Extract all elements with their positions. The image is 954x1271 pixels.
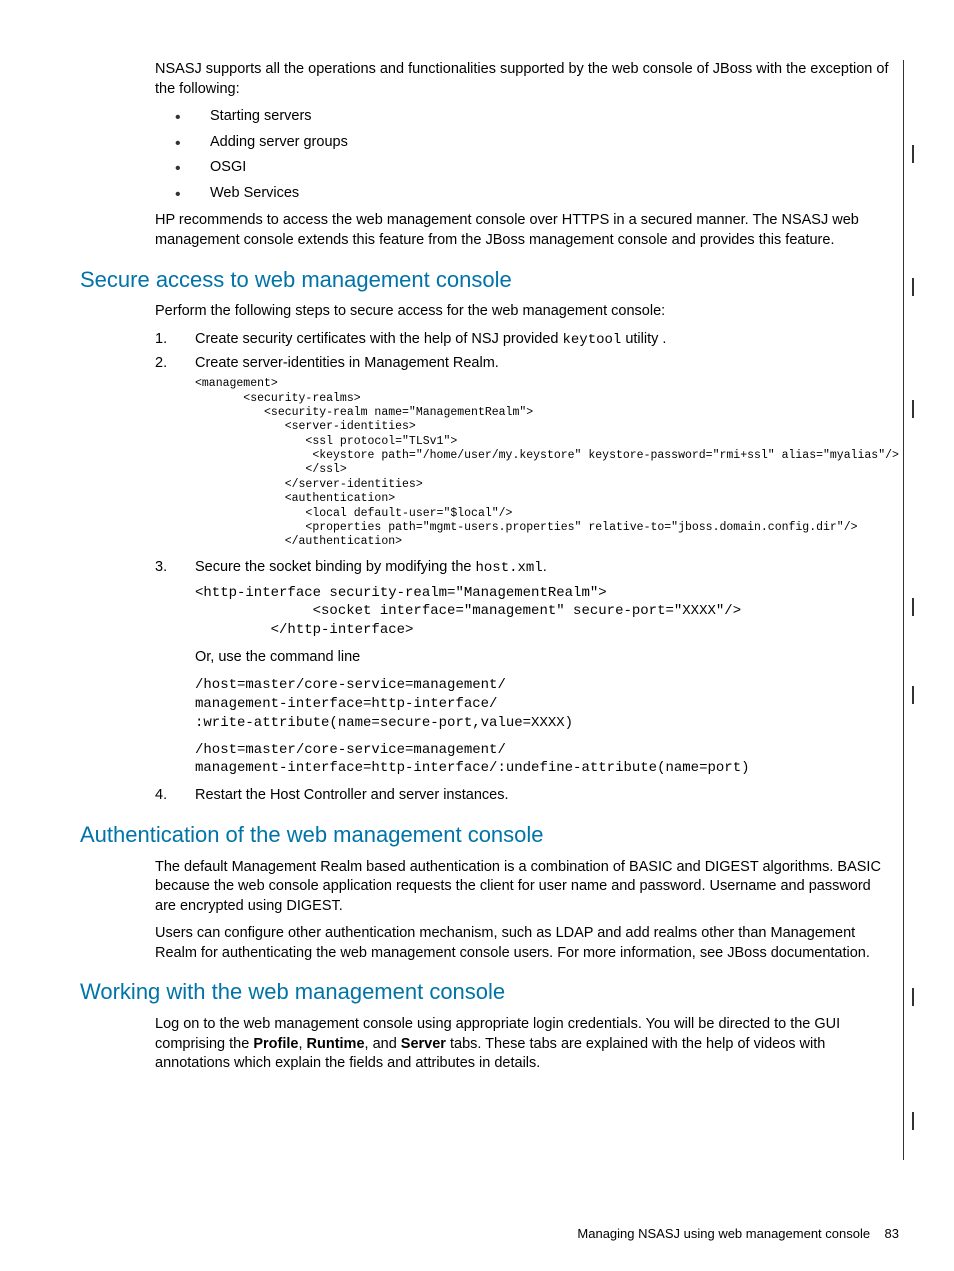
server-bold: Server — [401, 1036, 446, 1052]
secure-steps: Create security certificates with the he… — [155, 330, 895, 806]
footer-page: 83 — [885, 1226, 899, 1241]
secure-heading: Secure access to web management console — [80, 265, 895, 295]
step-1: Create security certificates with the he… — [155, 330, 895, 350]
keytool-code: keytool — [563, 332, 622, 348]
runtime-bold: Runtime — [307, 1036, 365, 1052]
code-block-management: <management> <security-realms> <security… — [195, 377, 895, 550]
step-3: Secure the socket binding by modifying t… — [155, 558, 895, 779]
list-item: OSGI — [175, 158, 895, 178]
intro-p2: HP recommends to access the web manageme… — [155, 211, 895, 250]
code-block-http-interface: <http-interface security-realm="Manageme… — [195, 584, 895, 641]
working-block: Log on to the web management console usi… — [155, 1015, 895, 1074]
step3-text-b: . — [543, 559, 547, 575]
list-item: Web Services — [175, 184, 895, 204]
page-footer: Managing NSASJ using web management cons… — [577, 1225, 899, 1243]
margin-tick — [912, 145, 914, 163]
page-content: NSASJ supports all the operations and fu… — [80, 60, 904, 1160]
margin-tick — [912, 686, 914, 704]
secure-lead: Perform the following steps to secure ac… — [155, 302, 895, 322]
step3-text-a: Secure the socket binding by modifying t… — [195, 559, 476, 575]
margin-tick — [912, 988, 914, 1006]
margin-tick — [912, 598, 914, 616]
intro-p1: NSASJ supports all the operations and fu… — [155, 60, 895, 99]
intro-block2: HP recommends to access the web manageme… — [155, 211, 895, 250]
margin-tick — [912, 278, 914, 296]
step-4: Restart the Host Controller and server i… — [155, 786, 895, 806]
step4-text: Restart the Host Controller and server i… — [195, 787, 509, 803]
auth-heading: Authentication of the web management con… — [80, 820, 895, 850]
margin-tick — [912, 400, 914, 418]
footer-title: Managing NSASJ using web management cons… — [577, 1226, 870, 1241]
working-p1: Log on to the web management console usi… — [155, 1015, 895, 1074]
code-block-cli2: /host=master/core-service=management/ ma… — [195, 741, 895, 779]
working-heading: Working with the web management console — [80, 977, 895, 1007]
auth-p2: Users can configure other authentication… — [155, 924, 895, 963]
auth-block: The default Management Realm based authe… — [155, 858, 895, 964]
step1-text-a: Create security certificates with the he… — [195, 331, 563, 347]
step-2: Create server-identities in Management R… — [155, 354, 895, 550]
list-item: Adding server groups — [175, 133, 895, 153]
c2: , and — [365, 1036, 401, 1052]
or-text: Or, use the command line — [195, 648, 895, 668]
list-item: Starting servers — [175, 107, 895, 127]
secure-lead-block: Perform the following steps to secure ac… — [155, 302, 895, 322]
step1-text-b: utility . — [621, 331, 666, 347]
hostxml-code: host.xml — [476, 560, 543, 576]
step2-text: Create server-identities in Management R… — [195, 355, 499, 371]
auth-p1: The default Management Realm based authe… — [155, 858, 895, 917]
profile-bold: Profile — [253, 1036, 298, 1052]
intro-bullets: Starting servers Adding server groups OS… — [175, 107, 895, 203]
c1: , — [298, 1036, 306, 1052]
code-block-cli1: /host=master/core-service=management/ ma… — [195, 676, 895, 733]
margin-tick — [912, 1112, 914, 1130]
intro-block: NSASJ supports all the operations and fu… — [155, 60, 895, 99]
